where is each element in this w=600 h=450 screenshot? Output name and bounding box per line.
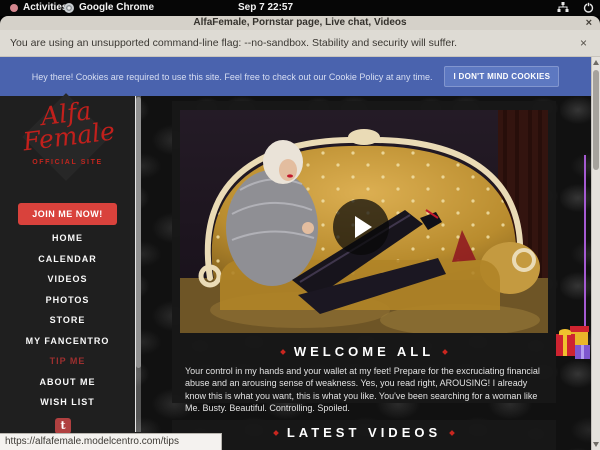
- welcome-heading: WELCOME ALL: [294, 344, 434, 359]
- heading-diamond-icon: [273, 430, 279, 436]
- gift-lid: [570, 326, 589, 332]
- cookie-message: Hey there! Cookies are required to use t…: [32, 72, 433, 82]
- sidebar-menu: HOMECALENDARVIDEOSPHOTOSSTOREMY FANCENTR…: [0, 228, 135, 413]
- play-button[interactable]: [333, 199, 389, 255]
- activities-button[interactable]: Activities: [23, 2, 67, 13]
- heading-diamond-icon: [449, 430, 455, 436]
- sidebar-item-videos[interactable]: VIDEOS: [0, 269, 135, 290]
- scroll-up-arrow-icon[interactable]: [593, 60, 599, 65]
- chrome-icon: [64, 3, 74, 13]
- gifts-widget-handle[interactable]: [584, 155, 586, 330]
- sidebar-item-photos[interactable]: PHOTOS: [0, 290, 135, 311]
- sidebar-item-store[interactable]: STORE: [0, 310, 135, 331]
- window-title-bar: AlfaFemale, Pornstar page, Live chat, Vi…: [0, 16, 600, 30]
- sidebar: Alfa Female OFFICIAL SITE JOIN ME NOW! H…: [0, 96, 135, 450]
- latest-videos-heading: LATEST VIDEOS: [287, 425, 441, 440]
- page-scrollbar-thumb[interactable]: [593, 70, 599, 170]
- gift-icon[interactable]: [556, 334, 575, 356]
- heading-diamond-icon: [280, 349, 286, 355]
- focused-app-menu[interactable]: Google Chrome: [79, 2, 154, 13]
- cookie-accept-button[interactable]: I DON'T MIND COOKIES: [444, 66, 559, 87]
- recording-indicator-icon: [10, 4, 18, 12]
- official-site-tagline: OFFICIAL SITE: [0, 159, 135, 166]
- gift-bow: [559, 329, 571, 335]
- play-icon: [355, 216, 372, 238]
- network-tree-icon[interactable]: [557, 2, 569, 13]
- infobar-message: You are using an unsupported command-lin…: [10, 30, 457, 57]
- status-bar: https://alfafemale.modelcentro.com/tips: [0, 433, 222, 450]
- sidebar-item-tip-me[interactable]: TIP ME: [0, 351, 135, 372]
- power-icon[interactable]: [583, 2, 594, 13]
- join-me-now-button[interactable]: JOIN ME NOW!: [18, 203, 117, 225]
- sidebar-item-wish-list[interactable]: WISH LIST: [0, 392, 135, 413]
- desktop-top-bar: Activities Google Chrome Sep 7 22:57: [0, 0, 600, 16]
- cookie-bar: Hey there! Cookies are required to use t…: [0, 57, 591, 96]
- welcome-paragraph: Your control in my hands and your wallet…: [185, 365, 543, 415]
- tumblr-icon[interactable]: t: [55, 418, 71, 434]
- page-scrollbar[interactable]: [591, 57, 600, 450]
- status-url: https://alfafemale.modelcentro.com/tips: [0, 434, 221, 450]
- heading-diamond-icon: [442, 349, 448, 355]
- sidebar-item-home[interactable]: HOME: [0, 228, 135, 249]
- scroll-down-arrow-icon[interactable]: [593, 442, 599, 447]
- sidebar-item-calendar[interactable]: CALENDAR: [0, 249, 135, 270]
- sidebar-item-about-me[interactable]: ABOUT ME: [0, 372, 135, 393]
- chrome-infobar: You are using an unsupported command-lin…: [0, 30, 600, 57]
- clock[interactable]: Sep 7 22:57: [238, 2, 293, 13]
- infobar-close-button[interactable]: ×: [580, 30, 587, 57]
- sidebar-scrollbar-thumb[interactable]: [136, 97, 141, 368]
- site-logo[interactable]: Alfa Female: [0, 94, 137, 156]
- sidebar-item-my-fancentro[interactable]: MY FANCENTRO: [0, 331, 135, 352]
- gift-ribbon: [581, 345, 584, 359]
- gift-ribbon: [563, 334, 567, 356]
- window-title: AlfaFemale, Pornstar page, Live chat, Vi…: [0, 16, 600, 30]
- window-close-button[interactable]: ×: [586, 16, 592, 30]
- gift-icon[interactable]: [575, 345, 590, 359]
